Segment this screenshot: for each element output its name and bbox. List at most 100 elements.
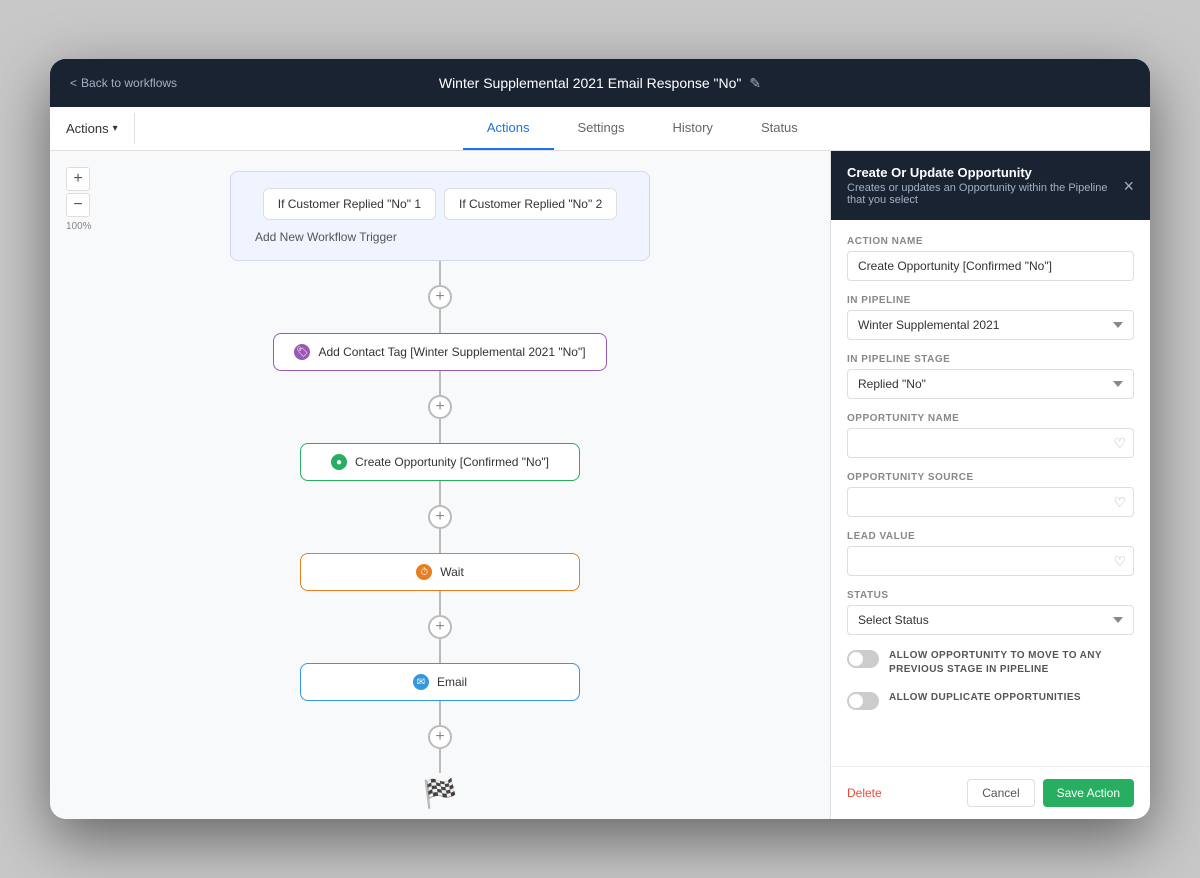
opportunity-source-icon: ♡ xyxy=(1113,494,1126,511)
zoom-level: 100% xyxy=(66,221,92,232)
status-label: STATUS xyxy=(847,590,1134,601)
connector-10 xyxy=(439,749,441,773)
close-button[interactable]: × xyxy=(1123,177,1134,195)
pipeline-stage-field: IN PIPELINE STAGE Replied "No" xyxy=(847,354,1134,399)
opportunity-node-label: Create Opportunity [Confirmed "No"] xyxy=(355,455,549,469)
add-node-5[interactable]: + xyxy=(428,725,452,749)
opportunity-name-label: OPPORTUNITY NAME xyxy=(847,413,1134,424)
zoom-in-button[interactable]: + xyxy=(66,167,90,191)
action-name-field: ACTION NAME xyxy=(847,236,1134,281)
lead-value-field: LEAD VALUE ♡ xyxy=(847,531,1134,576)
panel-title: Create Or Update Opportunity xyxy=(847,165,1123,180)
cancel-button[interactable]: Cancel xyxy=(967,779,1034,807)
canvas-area: + − 100% If Customer Replied "No" 1 If C… xyxy=(50,151,1150,819)
connector-2 xyxy=(439,309,441,333)
opportunity-icon: ● xyxy=(331,454,347,470)
add-node-2[interactable]: + xyxy=(428,395,452,419)
workflow-title-text: Winter Supplemental 2021 Email Response … xyxy=(439,75,742,91)
toggle-previous-stage[interactable] xyxy=(847,650,879,668)
toggle-previous-stage-label: ALLOW OPPORTUNITY TO MOVE TO ANY PREVIOU… xyxy=(889,649,1134,677)
main-content: Actions Actions Settings History Status … xyxy=(50,107,1150,819)
trigger-chip-1[interactable]: If Customer Replied "No" 1 xyxy=(263,188,436,220)
opportunity-name-icon: ♡ xyxy=(1113,435,1126,452)
opportunity-source-wrapper: ♡ xyxy=(847,487,1134,517)
toggle-previous-stage-row: ALLOW OPPORTUNITY TO MOVE TO ANY PREVIOU… xyxy=(847,649,1134,677)
tab-bar: Actions Actions Settings History Status xyxy=(50,107,1150,151)
delete-button[interactable]: Delete xyxy=(847,786,882,800)
connector-1 xyxy=(439,261,441,285)
panel-footer: Delete Cancel Save Action xyxy=(831,766,1150,819)
lead-value-icon: ♡ xyxy=(1113,553,1126,570)
trigger-chip-2[interactable]: If Customer Replied "No" 2 xyxy=(444,188,617,220)
opportunity-name-field: OPPORTUNITY NAME ♡ xyxy=(847,413,1134,458)
trigger-row: If Customer Replied "No" 1 If Customer R… xyxy=(255,188,625,220)
email-node[interactable]: ✉ Email xyxy=(300,663,580,701)
tabs: Actions Settings History Status xyxy=(135,107,1150,150)
pipeline-stage-label: IN PIPELINE STAGE xyxy=(847,354,1134,365)
workflow-nodes: If Customer Replied "No" 1 If Customer R… xyxy=(50,151,830,810)
right-panel: Create Or Update Opportunity Creates or … xyxy=(830,151,1150,819)
back-link[interactable]: Back to workflows xyxy=(70,76,177,90)
add-node-3[interactable]: + xyxy=(428,505,452,529)
tab-settings[interactable]: Settings xyxy=(554,107,649,150)
connector-5 xyxy=(439,481,441,505)
connector-6 xyxy=(439,529,441,553)
toggle-duplicate-row: ALLOW DUPLICATE OPPORTUNITIES xyxy=(847,691,1134,710)
pipeline-select[interactable]: Winter Supplemental 2021 xyxy=(847,310,1134,340)
action-name-input[interactable] xyxy=(847,251,1134,281)
connector-8 xyxy=(439,639,441,663)
panel-subtitle: Creates or updates an Opportunity within… xyxy=(847,182,1123,206)
add-trigger-button[interactable]: Add New Workflow Trigger xyxy=(255,230,625,244)
connector-3 xyxy=(439,371,441,395)
connector-4 xyxy=(439,419,441,443)
panel-body: ACTION NAME IN PIPELINE Winter Supplemen… xyxy=(831,220,1150,766)
email-icon: ✉ xyxy=(413,674,429,690)
connector-7 xyxy=(439,591,441,615)
save-action-button[interactable]: Save Action xyxy=(1043,779,1134,807)
opportunity-node[interactable]: ● Create Opportunity [Confirmed "No"] xyxy=(300,443,580,481)
workflow-canvas: + − 100% If Customer Replied "No" 1 If C… xyxy=(50,151,830,819)
app-frame: Back to workflows Winter Supplemental 20… xyxy=(50,59,1150,819)
finish-flag: 🏁 xyxy=(423,777,458,810)
zoom-controls: + − 100% xyxy=(66,167,92,232)
opportunity-source-label: OPPORTUNITY SOURCE xyxy=(847,472,1134,483)
toggle-duplicate[interactable] xyxy=(847,692,879,710)
zoom-out-button[interactable]: − xyxy=(66,193,90,217)
pipeline-stage-select[interactable]: Replied "No" xyxy=(847,369,1134,399)
status-select[interactable]: Select Status xyxy=(847,605,1134,635)
add-node-4[interactable]: + xyxy=(428,615,452,639)
tag-icon: 🏷 xyxy=(294,344,310,360)
pipeline-label: IN PIPELINE xyxy=(847,295,1134,306)
add-trigger-label: Add New Workflow Trigger xyxy=(255,230,397,244)
add-node-1[interactable]: + xyxy=(428,285,452,309)
pipeline-field: IN PIPELINE Winter Supplemental 2021 xyxy=(847,295,1134,340)
email-node-label: Email xyxy=(437,675,467,689)
trigger-block: If Customer Replied "No" 1 If Customer R… xyxy=(230,171,650,261)
lead-value-wrapper: ♡ xyxy=(847,546,1134,576)
footer-actions: Cancel Save Action xyxy=(967,779,1134,807)
status-field: STATUS Select Status xyxy=(847,590,1134,635)
wait-node-label: Wait xyxy=(440,565,464,579)
edit-icon[interactable]: ✎ xyxy=(749,75,761,92)
tab-status[interactable]: Status xyxy=(737,107,822,150)
workflow-title: Winter Supplemental 2021 Email Response … xyxy=(439,75,761,92)
opportunity-source-field: OPPORTUNITY SOURCE ♡ xyxy=(847,472,1134,517)
opportunity-name-input[interactable] xyxy=(847,428,1134,458)
panel-header: Create Or Update Opportunity Creates or … xyxy=(831,151,1150,220)
lead-value-input[interactable] xyxy=(847,546,1134,576)
tab-history[interactable]: History xyxy=(648,107,736,150)
top-bar: Back to workflows Winter Supplemental 20… xyxy=(50,59,1150,107)
lead-value-label: LEAD VALUE xyxy=(847,531,1134,542)
wait-icon: ⏱ xyxy=(416,564,432,580)
wait-node[interactable]: ⏱ Wait xyxy=(300,553,580,591)
opportunity-source-input[interactable] xyxy=(847,487,1134,517)
action-name-label: ACTION NAME xyxy=(847,236,1134,247)
tag-node[interactable]: 🏷 Add Contact Tag [Winter Supplemental 2… xyxy=(273,333,606,371)
panel-header-text: Create Or Update Opportunity Creates or … xyxy=(847,165,1123,206)
actions-dropdown[interactable]: Actions xyxy=(50,113,135,144)
tab-actions[interactable]: Actions xyxy=(463,107,554,150)
opportunity-name-wrapper: ♡ xyxy=(847,428,1134,458)
toggle-duplicate-label: ALLOW DUPLICATE OPPORTUNITIES xyxy=(889,691,1081,705)
tag-node-label: Add Contact Tag [Winter Supplemental 202… xyxy=(318,345,585,359)
connector-9 xyxy=(439,701,441,725)
